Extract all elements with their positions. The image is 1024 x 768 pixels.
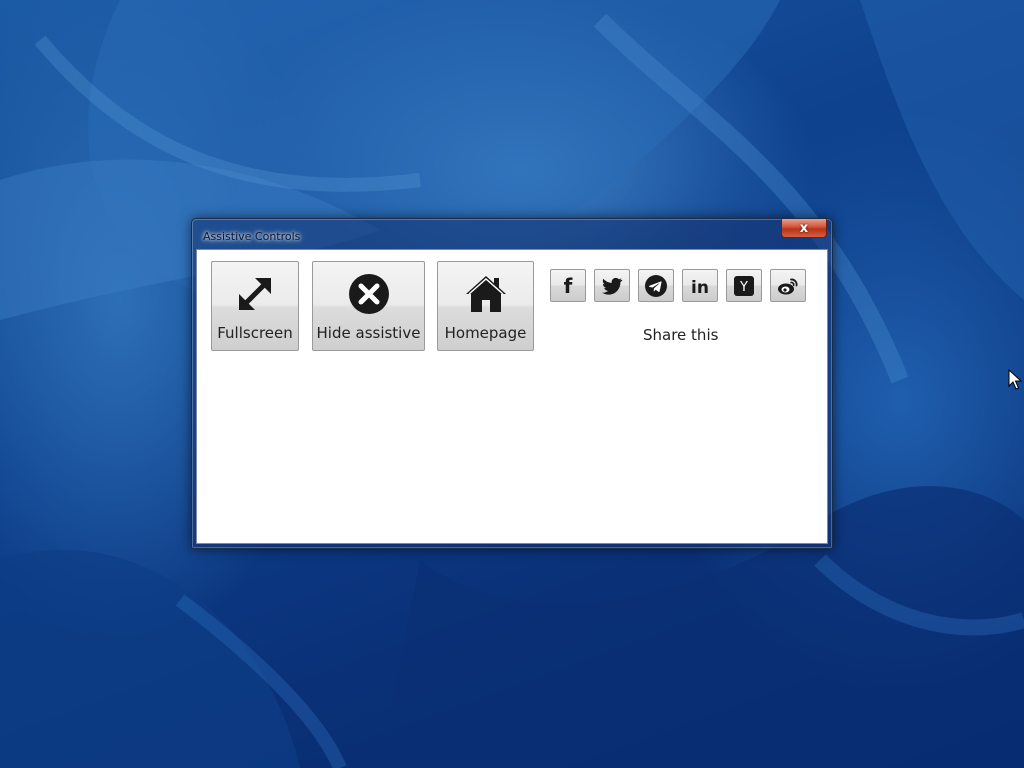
title-bar[interactable]: Assistive Controls x: [192, 219, 832, 249]
share-linkedin-button[interactable]: in: [682, 269, 718, 302]
window-title: Assistive Controls: [203, 230, 301, 243]
share-label: Share this: [643, 326, 719, 344]
share-twitter-button[interactable]: [594, 269, 630, 302]
assistive-controls-window: Assistive Controls x Fullscreen Hide ass…: [191, 218, 833, 549]
close-button[interactable]: x: [781, 219, 827, 238]
share-facebook-button[interactable]: f: [550, 269, 586, 302]
weibo-icon: [778, 278, 798, 294]
window-content: Fullscreen Hide assistive Homepage f in …: [196, 249, 828, 544]
share-weibo-button[interactable]: [770, 269, 806, 302]
close-circle-icon: [348, 274, 389, 314]
ycombinator-icon: Y: [734, 275, 754, 296]
telegram-icon: [645, 274, 667, 297]
twitter-icon: [602, 277, 623, 295]
facebook-icon: f: [564, 274, 573, 298]
share-telegram-button[interactable]: [638, 269, 674, 302]
share-ycombinator-button[interactable]: Y: [726, 269, 762, 302]
svg-text:in: in: [691, 278, 709, 298]
fullscreen-arrows-icon: [239, 278, 271, 310]
fullscreen-button[interactable]: Fullscreen: [211, 261, 299, 351]
svg-text:Y: Y: [739, 280, 748, 295]
close-icon: x: [799, 220, 809, 236]
hide-assistive-label: Hide assistive: [316, 324, 421, 342]
home-icon: [465, 276, 506, 312]
linkedin-icon: in: [691, 278, 709, 298]
hide-assistive-button[interactable]: Hide assistive: [312, 261, 425, 351]
desktop-background: Assistive Controls x Fullscreen Hide ass…: [0, 0, 1024, 768]
homepage-button[interactable]: Homepage: [437, 261, 534, 351]
homepage-label: Homepage: [444, 324, 527, 342]
fullscreen-label: Fullscreen: [217, 324, 293, 342]
svg-text:f: f: [564, 274, 573, 298]
mouse-cursor-icon: [1008, 369, 1022, 390]
